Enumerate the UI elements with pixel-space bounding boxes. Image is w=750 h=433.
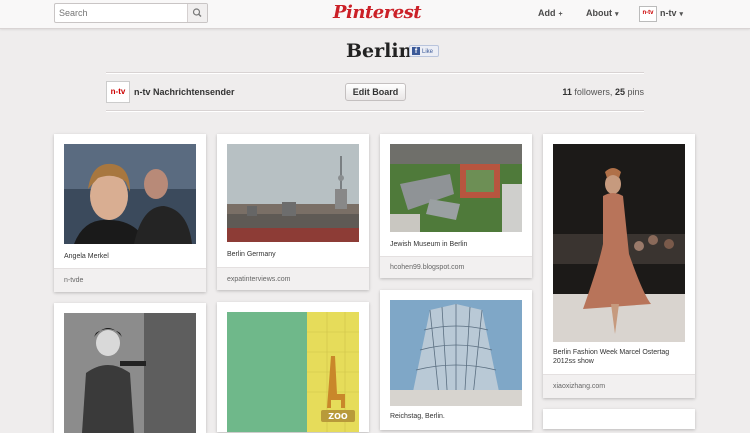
pinterest-logo[interactable]: Pinterest [333,2,422,24]
pin-image[interactable] [227,144,359,242]
pin-card[interactable]: Reichstag, Berlin. [380,290,532,430]
facebook-icon: f [412,47,420,55]
pin-caption: Jewish Museum in Berlin [390,241,468,248]
nav-about[interactable]: About ▾ [586,0,619,28]
pin-source[interactable]: xiaoxizhang.com [543,374,695,398]
pin-image[interactable] [553,144,685,342]
pin-source[interactable]: expatinterviews.com [217,267,369,290]
pin-image[interactable] [64,144,196,244]
divider [106,72,644,74]
pin-card[interactable]: ZOO [217,302,369,432]
nav-user[interactable]: n-tv ▾ [660,0,683,28]
pin-source[interactable]: n-tvde [54,268,206,292]
nav-add-label: Add [538,8,556,18]
pin-source[interactable]: hcohen99.blogspot.com [380,256,532,278]
nav-user-label: n-tv [660,8,677,18]
search-box[interactable] [54,3,208,23]
pin-card[interactable] [543,409,695,429]
pin-caption: Berlin Fashion Week Marcel Ostertag 2012… [553,349,670,365]
divider [106,110,644,112]
svg-text:ZOO: ZOO [328,412,348,421]
search-button[interactable] [187,4,207,22]
pin-image[interactable] [64,313,196,433]
pin-caption: Berlin Germany [227,251,276,258]
pin-card[interactable]: Berlin Fashion Week Marcel Ostertag 2012… [543,134,695,398]
nav-add[interactable]: Add + [538,0,563,28]
search-icon [192,8,202,17]
pin-caption: Angela Merkel [64,253,109,260]
followers-count: 11 [562,87,572,97]
search-input[interactable] [55,4,183,22]
pin-card[interactable] [54,303,206,433]
pins-count: 25 [614,87,625,97]
owner-avatar[interactable]: n-tv [106,81,130,103]
like-label: Like [422,49,434,55]
chevron-down-icon: ▾ [615,11,619,18]
edit-board-button[interactable]: Edit Board [345,83,406,101]
pin-caption: Reichstag, Berlin. [390,413,445,420]
pin-image[interactable] [390,144,522,232]
user-avatar[interactable]: n-tv [639,6,657,22]
nav-about-label: About [586,8,612,18]
followers-label: followers, [574,87,613,97]
pins-label: pins [627,87,644,97]
pin-card[interactable]: Berlin Germany expatinterviews.com [217,134,369,290]
facebook-like-button[interactable]: f Like [409,45,439,57]
pin-image[interactable] [390,300,522,406]
pin-card[interactable]: Jewish Museum in Berlin hcohen99.blogspo… [380,134,532,278]
pin-card[interactable]: Angela Merkel n-tvde [54,134,206,292]
chevron-down-icon: ▾ [679,11,684,18]
board-title: Berlin [346,40,413,62]
pin-image[interactable]: ZOO [227,312,359,432]
owner-name[interactable]: n-tv Nachrichtensender [134,87,235,97]
board-stats: 11 followers, 25 pins [540,87,644,97]
plus-icon: + [558,11,563,18]
top-bar: Pinterest Add+ About▾ n-tv n-tv▾ [0,0,750,29]
